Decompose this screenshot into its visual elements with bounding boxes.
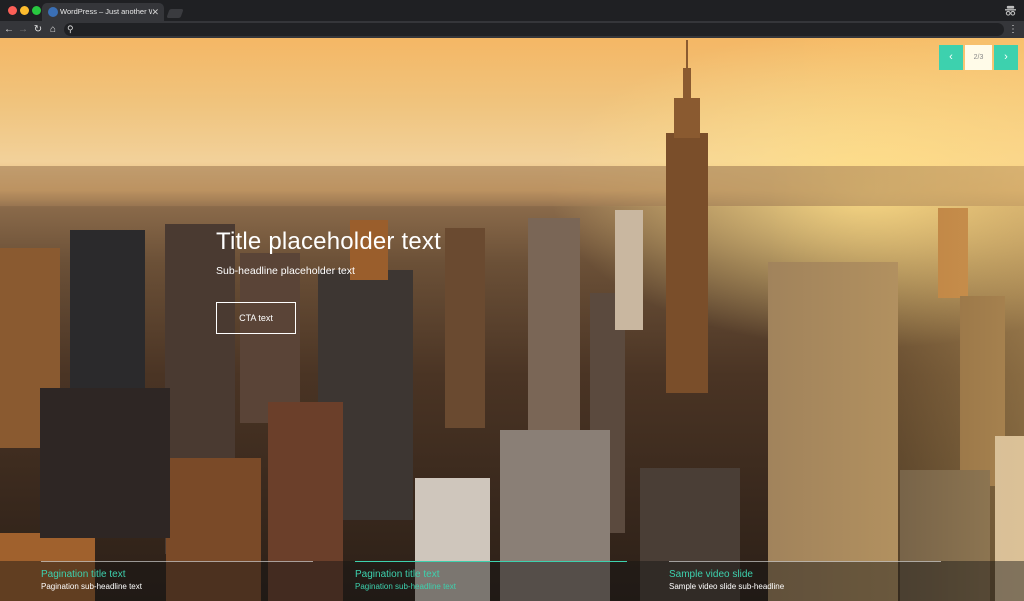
browser-tab[interactable]: WordPress – Just another Wor ✕ — [42, 3, 164, 21]
slide-title: Title placeholder text — [216, 228, 441, 255]
chevron-left-icon[interactable]: ‹ — [939, 45, 963, 70]
browser-titlebar: WordPress – Just another Wor ✕ — [0, 0, 1024, 21]
wordpress-favicon-icon — [48, 7, 58, 17]
forward-icon[interactable]: → — [17, 21, 29, 38]
slide-subtitle: Sub-headline placeholder text — [216, 265, 355, 277]
browser-menu-icon[interactable]: ⋮ — [1008, 21, 1018, 38]
reload-icon[interactable]: ↻ — [32, 21, 44, 38]
home-icon[interactable]: ⌂ — [47, 21, 59, 38]
pagination-divider — [669, 561, 941, 562]
cta-button[interactable]: CTA text — [216, 302, 296, 334]
incognito-icon — [1005, 5, 1016, 16]
chevron-right-icon[interactable]: › — [994, 45, 1018, 70]
pagination-subtitle: Pagination sub-headline text — [355, 582, 456, 591]
search-icon: ⚲ — [67, 24, 74, 34]
pagination-item[interactable]: Pagination title text Pagination sub-hea… — [41, 561, 317, 601]
slide-caption: Title placeholder text Sub-headline plac… — [216, 228, 441, 277]
pagination-item[interactable]: Pagination title text Pagination sub-hea… — [355, 561, 631, 601]
pagination-title: Sample video slide — [669, 569, 753, 580]
tab-title: WordPress – Just another Wor — [60, 7, 152, 16]
browser-toolbar: ← → ↻ ⌂ ⚲ ⋮ — [0, 21, 1024, 38]
slider-pagination: Pagination title text Pagination sub-hea… — [0, 561, 1024, 601]
pagination-subtitle: Sample video slide sub-headline — [669, 582, 785, 591]
pagination-item[interactable]: Sample video slide Sample video slide su… — [669, 561, 945, 601]
address-bar[interactable]: ⚲ — [64, 23, 1004, 36]
window-close-button[interactable] — [8, 6, 17, 15]
slide-counter: 2/3 — [965, 45, 992, 70]
pagination-title: Pagination title text — [41, 569, 126, 580]
pagination-divider — [41, 561, 313, 562]
tab-close-icon[interactable]: ✕ — [151, 3, 159, 21]
slider-pager: ‹ 2/3 › — [938, 45, 1018, 70]
back-icon[interactable]: ← — [3, 21, 15, 38]
new-tab-button[interactable] — [166, 9, 184, 18]
window-maximize-button[interactable] — [32, 6, 41, 15]
window-minimize-button[interactable] — [20, 6, 29, 15]
city-skyline-image — [0, 38, 1024, 601]
pagination-subtitle: Pagination sub-headline text — [41, 582, 142, 591]
hero-slider: Title placeholder text Sub-headline plac… — [0, 38, 1024, 601]
pagination-title: Pagination title text — [355, 569, 440, 580]
pagination-divider — [355, 561, 627, 562]
